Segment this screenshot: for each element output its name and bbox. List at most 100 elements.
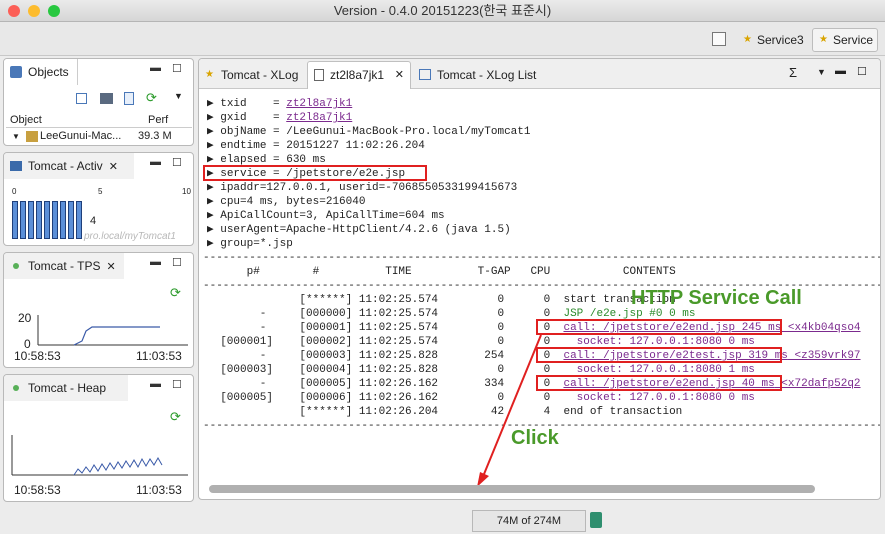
x-axis-end: 11:03:53 xyxy=(136,349,182,363)
window-titlebar: Version - 0.4.0 20151223(한국 표준시) xyxy=(0,0,885,22)
row-cells: [******] 11:02:25.574 0 0 xyxy=(207,294,564,306)
tab-tomcat-xlog[interactable]: ★ Tomcat - XLog xyxy=(203,63,298,87)
txid-link[interactable]: zt2l8a7jk1 xyxy=(286,98,352,110)
row-cells: - [000000] 11:02:25.574 0 0 xyxy=(207,308,564,320)
row-content: socket: 127.0.0.1:8080 0 ms xyxy=(576,392,755,404)
objname-line: ▶ objName = /LeeGunui-MacBook-Pro.local/… xyxy=(207,126,531,138)
service-perspective-button[interactable]: ★ Service xyxy=(812,28,878,52)
row-cells: - [000003] 11:02:25.828 254 0 xyxy=(207,350,564,362)
active-bar xyxy=(68,201,74,239)
star-icon: ★ xyxy=(205,69,214,80)
close-icon[interactable]: ✕ xyxy=(395,62,404,88)
sum-icon[interactable]: Σ xyxy=(789,65,797,80)
objects-icon xyxy=(10,66,22,78)
maximize-icon[interactable]: ☐ xyxy=(172,62,182,75)
maximize-icon[interactable]: ☐ xyxy=(172,156,182,169)
row-cells: - [000005] 11:02:26.162 334 0 xyxy=(207,378,564,390)
expand-arrow-icon[interactable]: ▼ xyxy=(12,132,20,141)
xlog-detail-panel: ★ Tomcat - XLog zt2l8a7jk1 ✕ Tomcat - XL… xyxy=(198,58,881,500)
table-row: [000005] [000006] 11:02:26.162 0 0 socke… xyxy=(207,391,755,405)
call-highlight-box xyxy=(536,347,782,363)
active-bar xyxy=(76,201,82,239)
x-axis-start: 10:58:53 xyxy=(14,483,61,497)
click-annotation: Click xyxy=(511,427,559,449)
apicall-line: ▶ ApiCallCount=3, ApiCallTime=604 ms xyxy=(207,210,445,222)
minimize-icon[interactable]: ▬ xyxy=(150,156,161,168)
useragent-line: ▶ userAgent=Apache-HttpClient/4.2.6 (jav… xyxy=(207,224,511,236)
minimize-window-button[interactable] xyxy=(28,5,40,17)
tab-tomcat-xlog-list[interactable]: Tomcat - XLog List xyxy=(417,63,536,87)
active-bar xyxy=(36,201,42,239)
gxid-line: ▶ gxid = zt2l8a7jk1 xyxy=(207,112,353,124)
ipaddr-line: ▶ ipaddr=127.0.0.1, userid=-706855053319… xyxy=(207,182,518,194)
table-icon xyxy=(419,69,431,80)
minimize-icon[interactable]: ▬ xyxy=(835,65,846,77)
document-icon xyxy=(314,69,324,81)
x-axis-end: 11:03:53 xyxy=(136,483,182,497)
tps-series-line xyxy=(73,326,160,346)
close-icon[interactable]: ✕ xyxy=(109,161,118,173)
host-icon[interactable] xyxy=(100,93,113,104)
active-bar xyxy=(12,201,18,239)
gxid-link[interactable]: zt2l8a7jk1 xyxy=(286,112,352,124)
view-menu-icon[interactable]: ▼ xyxy=(817,67,826,77)
open-perspective-icon[interactable] xyxy=(712,32,726,46)
horizontal-scrollbar[interactable] xyxy=(209,485,815,493)
active-service-panel: Tomcat - Activ ✕ ▬ ☐ 0 5 10 4 pro.local/m… xyxy=(3,152,194,246)
active-bar xyxy=(60,201,66,239)
tps-panel: Tomcat - TPS ✕ ▬ ☐ ⟳ 20 0 10:58:53 11:03:… xyxy=(3,252,194,368)
watermark-text: pro.local/myTomcat1 xyxy=(84,231,176,242)
txid-link[interactable]: <z359vrk97 xyxy=(788,350,861,362)
endtime-line: ▶ endtime = 20151227 11:02:26.204 xyxy=(207,140,425,152)
refresh-icon[interactable]: ⟳ xyxy=(146,90,157,106)
call-highlight-box xyxy=(536,319,782,335)
tick-label: 10 xyxy=(182,187,191,196)
tab-zt2l8a7jk1[interactable]: zt2l8a7jk1 ✕ xyxy=(307,61,411,89)
divider: ----------------------------------------… xyxy=(203,252,881,264)
active-bar xyxy=(28,201,34,239)
row-cells: [000001] [000002] 11:02:25.574 0 0 xyxy=(207,336,577,348)
active-bar xyxy=(52,201,58,239)
table-row: [******] 11:02:25.574 0 0 start transact… xyxy=(207,293,675,307)
maximize-icon[interactable]: ☐ xyxy=(857,65,867,78)
tomcat-icon xyxy=(26,131,38,142)
active-bar xyxy=(20,201,26,239)
group-line: ▶ group=*.jsp xyxy=(207,238,293,250)
tick-label: 5 xyxy=(98,187,103,196)
activity-icon xyxy=(10,161,22,171)
row-content: end of transaction xyxy=(563,406,683,418)
document-icon[interactable] xyxy=(124,92,134,105)
txid-link[interactable]: <x4kb04qso4 xyxy=(781,322,861,334)
txid-line: ▶ txid = zt2l8a7jk1 xyxy=(207,98,353,110)
minimize-icon[interactable]: ▬ xyxy=(150,62,161,74)
row-cells: [******] 11:02:26.204 42 4 xyxy=(207,406,564,418)
table-row[interactable]: ▼ LeeGunui-Mac... 39.3 M xyxy=(6,130,192,144)
txid-link[interactable]: <x72dafp52q2 xyxy=(775,378,860,390)
objects-panel: Objects ▬ ☐ ⟳ ▼ Object Perf ▼ LeeGunui-M… xyxy=(3,58,194,146)
chevron-down-icon[interactable]: ▼ xyxy=(174,91,183,101)
y-axis-max: 20 xyxy=(18,311,32,325)
service3-perspective-button[interactable]: ★ Service3 xyxy=(736,28,808,52)
column-perf[interactable]: Perf xyxy=(148,114,168,126)
tab-objects[interactable]: Objects xyxy=(4,59,78,85)
active-bars xyxy=(12,201,86,239)
row-cells: [000005] [000006] 11:02:26.162 0 0 xyxy=(207,392,577,404)
row-cells: - [000001] 11:02:25.574 0 0 xyxy=(207,322,564,334)
window-title: Version - 0.4.0 20151223(한국 표준시) xyxy=(333,3,552,18)
row-cells: [000003] [000004] 11:02:25.828 0 0 xyxy=(207,364,577,376)
profile-header: p# # TIME T-GAP CPU CONTENTS xyxy=(207,266,676,278)
tick-label: 0 xyxy=(12,187,17,196)
table-row: [******] 11:02:26.204 42 4 end of transa… xyxy=(207,405,682,419)
close-window-button[interactable] xyxy=(8,5,20,17)
star-icon: ★ xyxy=(819,34,828,45)
collapse-icon[interactable] xyxy=(76,93,87,104)
column-object[interactable]: Object xyxy=(10,114,42,126)
active-count: 4 xyxy=(90,215,97,227)
maximize-window-button[interactable] xyxy=(48,5,60,17)
garbage-collect-icon[interactable] xyxy=(590,512,602,528)
tab-tomcat-activ[interactable]: Tomcat - Activ ✕ xyxy=(4,153,134,179)
objects-table-header: Object Perf xyxy=(6,114,192,128)
http-service-call-annotation: HTTP Service Call xyxy=(631,287,802,309)
editor-tab-bar: ★ Tomcat - XLog zt2l8a7jk1 ✕ Tomcat - XL… xyxy=(199,59,880,89)
heap-panel: Tomcat - Heap ▬ ☐ ⟳ 10:58:53 11:03:53 xyxy=(3,374,194,502)
